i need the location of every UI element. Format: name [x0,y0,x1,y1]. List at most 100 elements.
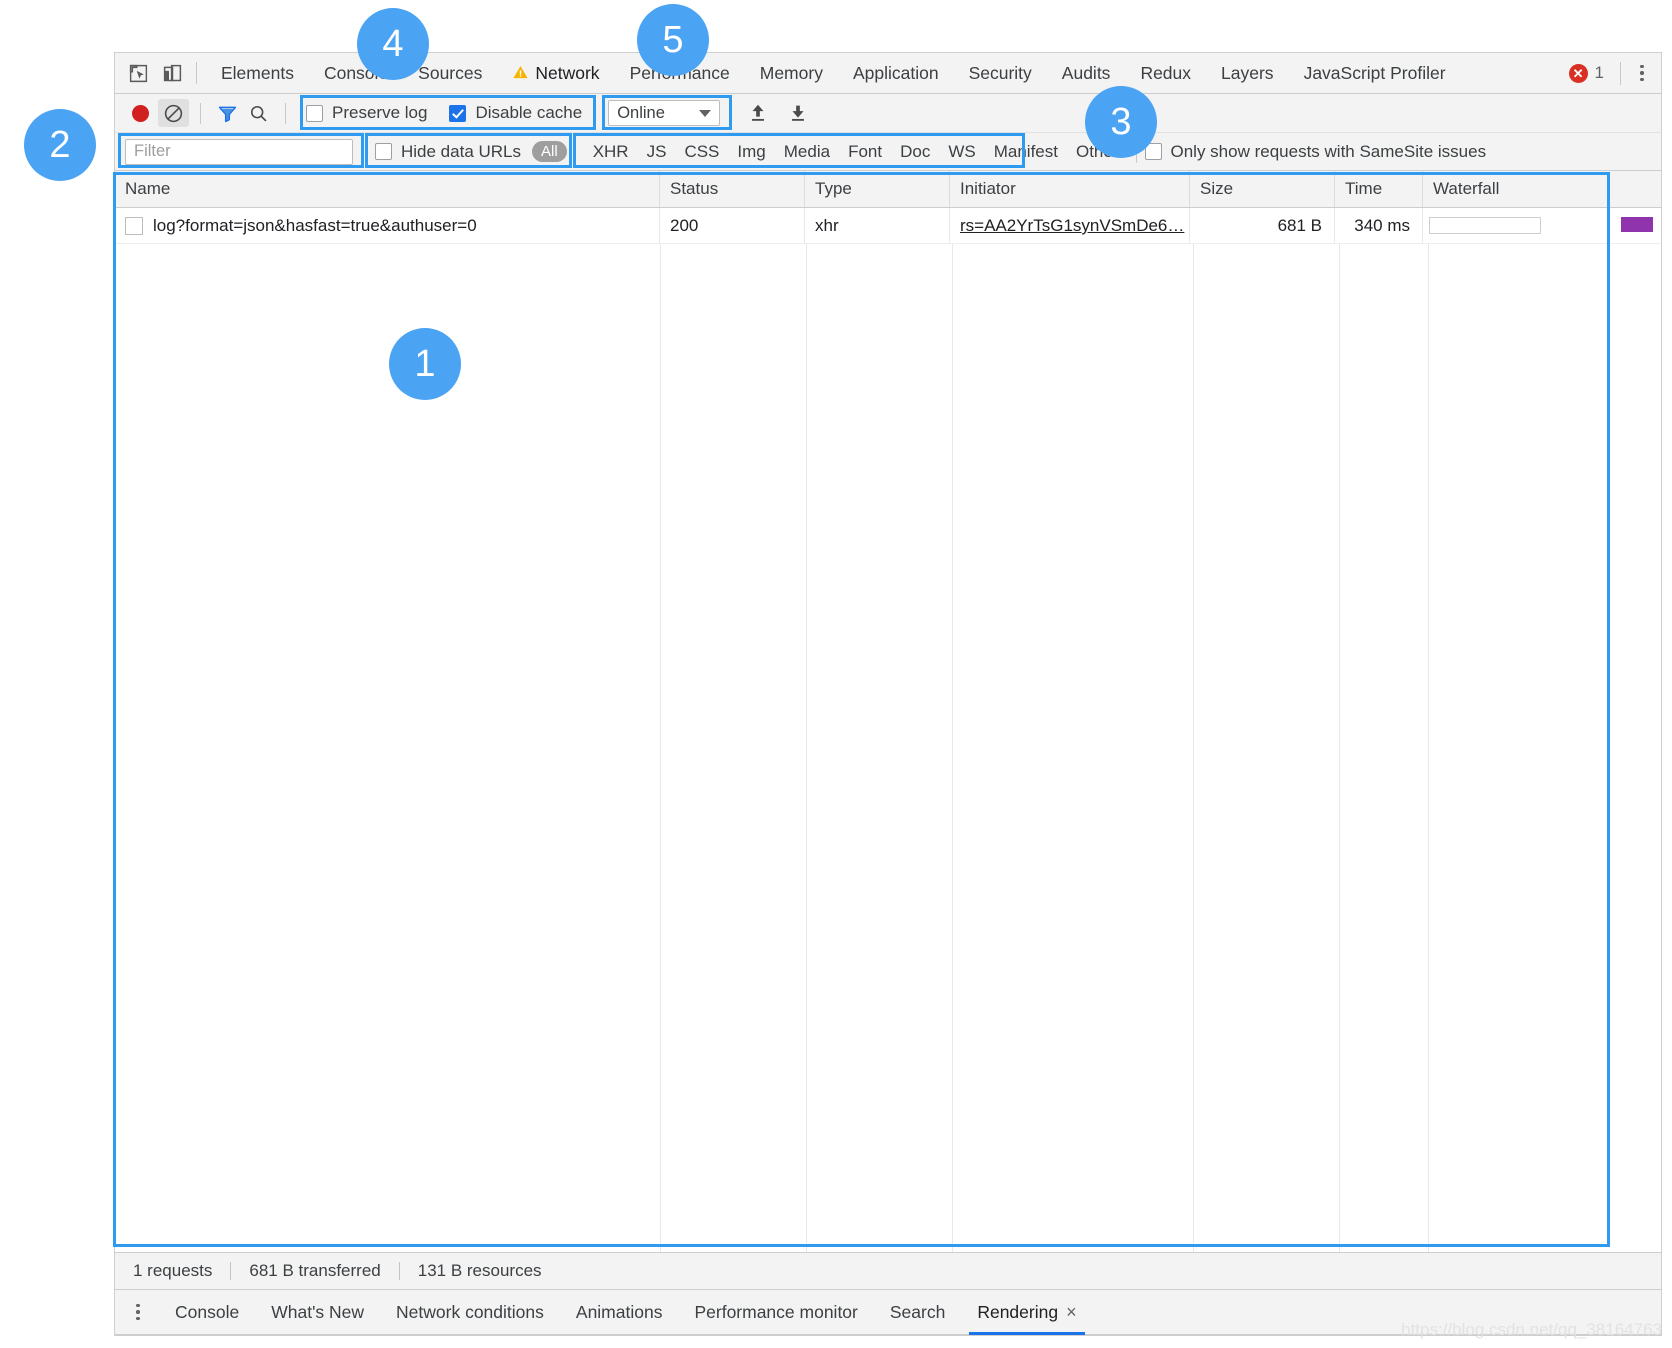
cell-time: 340 ms [1335,208,1423,243]
filter-type-xhr[interactable]: XHR [593,142,629,162]
drawer-tab-network-conditions[interactable]: Network conditions [380,1290,560,1335]
column-header-time[interactable]: Time [1335,171,1423,207]
callout-label: 2 [49,123,71,166]
disable-cache-label: Disable cache [475,103,583,122]
filter-type-font[interactable]: Font [848,142,882,162]
drawer-tab-label: Console [175,1301,240,1322]
col-fill-name [115,244,661,1252]
drawer-tab-animations[interactable]: Animations [560,1290,679,1335]
close-icon[interactable]: × [1066,1302,1077,1322]
import-har-button[interactable] [742,99,773,127]
error-count-label: 1 [1594,63,1604,82]
tab-application[interactable]: Application [838,53,954,94]
summary-requests: 1 requests [133,1261,213,1280]
callout-label: 1 [414,342,436,385]
search-button[interactable] [243,99,274,127]
toolbar-divider [196,62,197,84]
drawer-more-options-icon[interactable] [127,1297,149,1327]
samesite-label: Only show requests with SameSite issues [1170,141,1487,161]
preserve-log-label: Preserve log [332,103,428,122]
preserve-log-checkbox[interactable] [306,104,323,122]
filter-type-all[interactable]: All [532,141,567,162]
hide-data-urls-control[interactable]: Hide data URLs [375,142,521,162]
drawer-tab-search[interactable]: Search [874,1290,961,1335]
filter-type-ws[interactable]: WS [948,142,975,162]
drawer-tab-label: What's New [271,1301,365,1322]
drawer-tab-whats-new[interactable]: What's New [255,1290,380,1335]
toolbar-divider [285,102,286,124]
drawer-tab-label: Rendering [977,1301,1059,1322]
tab-network[interactable]: Network [497,53,614,94]
column-header-size[interactable]: Size [1190,171,1335,207]
request-name: log?format=json&hasfast=true&authuser=0 [153,216,477,235]
summary-resources: 131 B resources [417,1261,542,1280]
preserve-log-control[interactable]: Preserve log [306,103,427,123]
tab-memory[interactable]: Memory [745,53,838,94]
cell-size: 681 B [1190,208,1335,243]
tab-label: Redux [1140,62,1192,83]
callout-3: 3 [1085,86,1157,158]
waterfall-bar [1621,217,1653,232]
warning-icon [512,55,529,96]
tab-elements[interactable]: Elements [206,53,309,94]
col-fill-waterfall [1429,244,1661,1252]
tab-label: Layers [1221,62,1274,83]
disable-cache-checkbox[interactable] [449,104,467,122]
column-header-status[interactable]: Status [660,171,805,207]
device-toolbar-icon[interactable] [156,58,188,88]
tab-label: Audits [1061,62,1111,83]
tab-label: Application [852,62,939,83]
tab-redux[interactable]: Redux [1125,53,1206,94]
filter-toggle-button[interactable] [212,99,243,127]
initiator-link[interactable]: rs=AA2YrTsG1synVSmDe6… [960,216,1184,235]
throttle-select[interactable]: Online [608,100,721,126]
filter-toolbar: Hide data URLs All XHR JS CSS Img Media … [115,133,1661,171]
export-har-button[interactable] [782,99,813,127]
callout-label: 5 [662,18,684,61]
drawer-tab-label: Search [889,1301,946,1322]
upload-icon [751,104,764,121]
samesite-filter-control[interactable]: Only show requests with SameSite issues [1144,141,1487,162]
clear-icon [164,104,183,122]
hide-data-urls-label: Hide data URLs [401,141,522,161]
column-header-type[interactable]: Type [805,171,950,207]
callout-2: 2 [24,109,96,181]
row-checkbox[interactable] [125,217,143,235]
clear-button[interactable] [158,99,189,127]
tab-layers[interactable]: Layers [1206,53,1289,94]
screenshot-root: Elements Console Sources Network Perform… [0,0,1672,1348]
tab-label: Network [535,62,600,83]
cell-initiator[interactable]: rs=AA2YrTsG1synVSmDe6… [950,208,1190,243]
table-row[interactable]: log?format=json&hasfast=true&authuser=0 … [115,208,1661,244]
drawer-tab-label: Network conditions [396,1301,544,1322]
callout-label: 4 [382,22,404,65]
error-count-badge[interactable]: ✕ 1 [1568,63,1610,83]
tab-javascript-profiler[interactable]: JavaScript Profiler [1289,53,1461,94]
disable-cache-control[interactable]: Disable cache [449,103,582,123]
funnel-icon [218,106,237,122]
column-header-waterfall[interactable]: Waterfall [1423,171,1661,207]
toolbar-divider [1620,61,1621,85]
filter-type-doc[interactable]: Doc [900,142,930,162]
table-empty-area [115,244,1661,1252]
filter-type-css[interactable]: CSS [684,142,719,162]
filter-type-manifest[interactable]: Manifest [994,142,1058,162]
callout-1: 1 [389,328,461,400]
col-fill-time [1340,244,1429,1252]
inspect-element-icon[interactable] [122,58,154,88]
drawer-tab-performance-monitor[interactable]: Performance monitor [678,1290,873,1335]
tab-security[interactable]: Security [954,53,1047,94]
drawer-tab-console[interactable]: Console [159,1290,255,1335]
column-header-name[interactable]: Name [115,171,660,207]
filter-type-media[interactable]: Media [784,142,830,162]
drawer-tab-rendering[interactable]: Rendering × [961,1290,1092,1335]
hide-data-urls-checkbox[interactable] [375,143,392,160]
filter-input[interactable] [125,138,353,165]
record-button[interactable] [125,98,155,128]
cell-name[interactable]: log?format=json&hasfast=true&authuser=0 [115,208,660,243]
more-options-icon[interactable] [1631,58,1653,88]
record-icon [131,104,149,122]
filter-type-js[interactable]: JS [647,142,667,162]
column-header-initiator[interactable]: Initiator [950,171,1190,207]
filter-type-img[interactable]: Img [737,142,765,162]
